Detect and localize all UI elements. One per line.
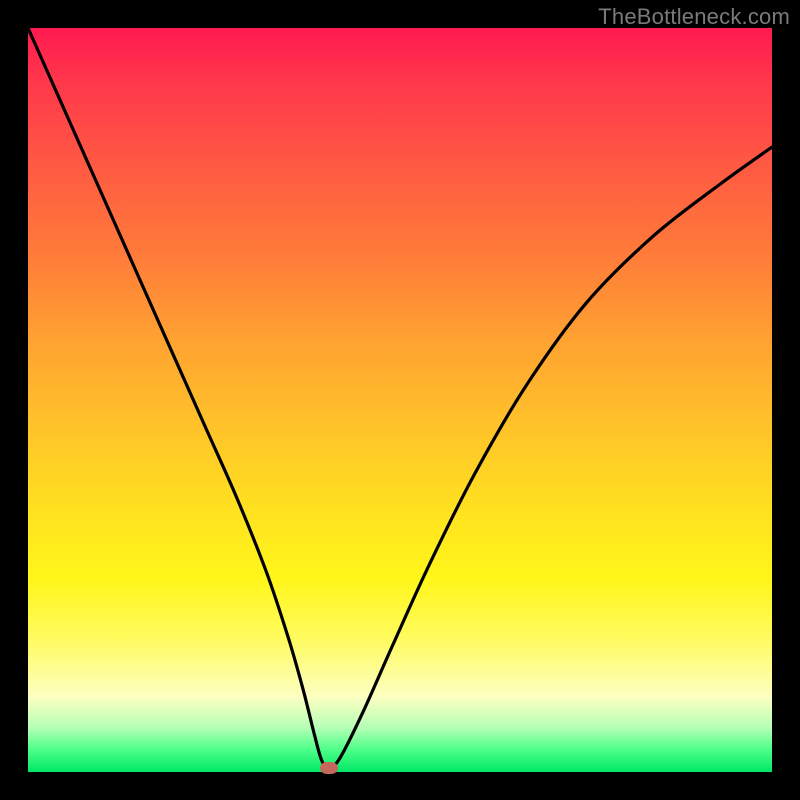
chart-frame: TheBottleneck.com bbox=[0, 0, 800, 800]
min-marker bbox=[320, 762, 338, 774]
plot-area bbox=[28, 28, 772, 772]
bottleneck-curve bbox=[28, 28, 772, 772]
watermark-text: TheBottleneck.com bbox=[598, 4, 790, 30]
curve-path bbox=[28, 28, 772, 768]
